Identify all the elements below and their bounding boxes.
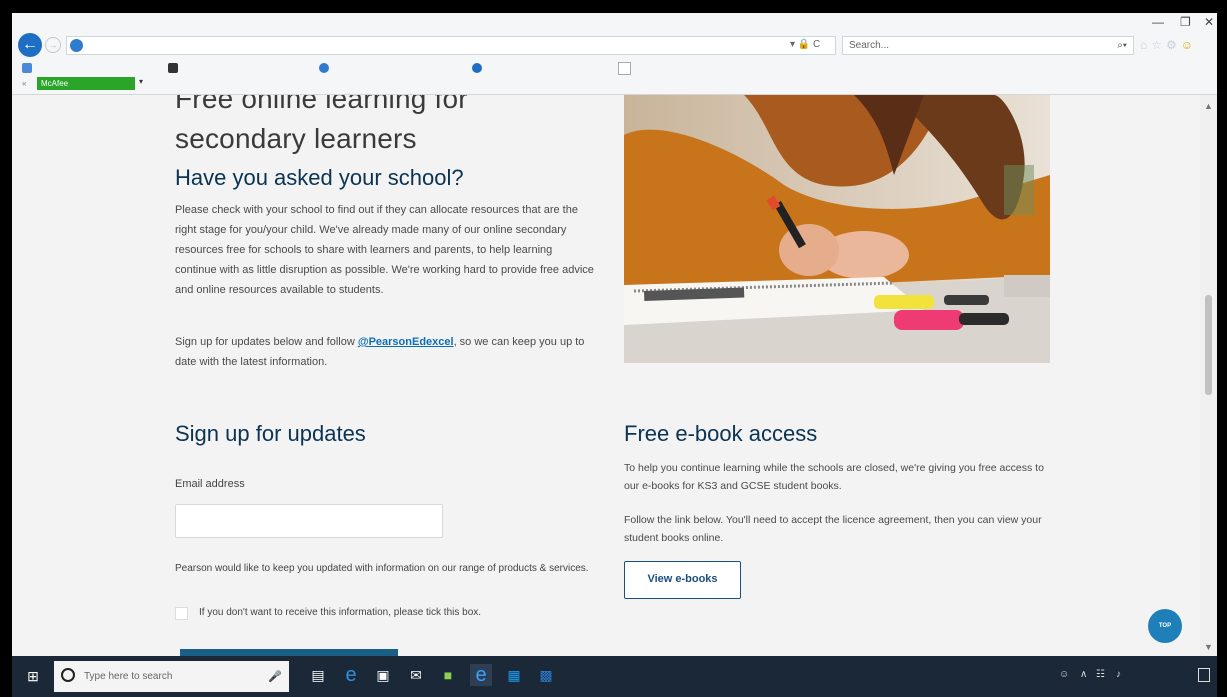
minimize-button[interactable]: — xyxy=(1152,15,1164,29)
opt-out-checkbox[interactable] xyxy=(175,607,188,620)
close-button[interactable]: ✕ xyxy=(1204,15,1214,29)
search-circle-icon xyxy=(61,668,75,682)
favorite-icon xyxy=(22,63,32,73)
network-icon[interactable]: ☷ xyxy=(1096,669,1105,680)
favorite-item-1[interactable] xyxy=(22,61,36,75)
address-row: ← → ▾ 🔒 C Search... ⌕▾ ⌂☆⚙☺ xyxy=(12,33,1217,59)
favorite-icon xyxy=(472,63,482,73)
toolbar-icons[interactable]: ⌂☆⚙☺ xyxy=(1140,38,1197,52)
favorite-item-3[interactable] xyxy=(319,61,333,75)
mail-icon[interactable]: ✉ xyxy=(405,664,427,686)
follow-prefix: Sign up for updates below and follow xyxy=(175,336,358,348)
back-to-top-button[interactable]: TOP xyxy=(1148,609,1182,643)
follow-paragraph: Sign up for updates below and follow @Pe… xyxy=(175,332,595,372)
taskbar-search-input[interactable]: Type here to search 🎤 xyxy=(54,661,289,692)
screen: — ❐ ✕ ← → ▾ 🔒 C Search... ⌕▾ ⌂☆⚙☺ « McAf… xyxy=(12,13,1217,697)
restore-button[interactable]: ❐ xyxy=(1180,15,1191,29)
people-icon[interactable]: ☺ xyxy=(1059,669,1069,680)
ebook-paragraph-2: Follow the link below. You'll need to ac… xyxy=(624,514,1042,544)
hero-title: Free online learning for secondary learn… xyxy=(175,95,468,154)
expand-icon[interactable]: « xyxy=(22,79,26,88)
school-heading: Have you asked your school? xyxy=(175,165,464,190)
page-scrollbar[interactable]: ▲ ▼ xyxy=(1200,95,1217,656)
favorite-icon xyxy=(168,63,178,73)
word-icon[interactable]: ▩ xyxy=(535,664,557,686)
mcafee-dropdown-icon[interactable]: ▾ xyxy=(139,77,143,86)
favorites-star-icon[interactable]: ☆ xyxy=(1151,38,1166,52)
mcafee-extension[interactable]: McAfee xyxy=(37,77,135,90)
window-controls: — ❐ ✕ xyxy=(1122,13,1217,33)
favorite-icon xyxy=(319,63,329,73)
windows-start-icon[interactable]: ⊞ xyxy=(24,667,42,685)
new-tab-icon[interactable] xyxy=(618,62,631,75)
site-globe-icon xyxy=(70,39,83,52)
ebook-paragraph-1: To help you continue learning while the … xyxy=(624,462,1044,492)
forward-button[interactable]: → xyxy=(45,37,61,53)
notifications-icon[interactable] xyxy=(1198,668,1210,682)
tray-expand-icon[interactable]: ∧ xyxy=(1080,669,1087,680)
internet-explorer-icon[interactable]: e xyxy=(470,664,492,686)
student-writing-image xyxy=(624,95,1050,363)
address-bar[interactable] xyxy=(66,36,836,55)
search-icon[interactable]: ⌕▾ xyxy=(1117,40,1127,51)
pearson-edexcel-link[interactable]: @PearsonEdexcel xyxy=(358,336,454,348)
feedback-smiley-icon[interactable]: ☺ xyxy=(1181,38,1197,52)
volume-icon[interactable]: ♪ xyxy=(1116,669,1121,680)
settings-gear-icon[interactable]: ⚙ xyxy=(1166,38,1181,52)
page-content: Free online learning for secondary learn… xyxy=(12,95,1200,656)
back-button[interactable]: ← xyxy=(18,33,42,57)
browser-search-placeholder: Search... xyxy=(849,40,890,51)
edge-icon[interactable]: e xyxy=(340,664,362,686)
favorite-item-4[interactable] xyxy=(472,61,486,75)
app-tile-icon[interactable]: ■ xyxy=(437,664,459,686)
signup-heading: Sign up for updates xyxy=(175,421,366,446)
student-writing-illustration xyxy=(624,95,1050,363)
submit-button[interactable] xyxy=(180,649,398,656)
address-controls[interactable]: ▾ 🔒 C xyxy=(790,39,820,50)
favorite-item-2[interactable] xyxy=(168,61,182,75)
scroll-up-icon[interactable]: ▲ xyxy=(1204,101,1213,111)
favorites-bar xyxy=(12,59,1217,77)
outlook-icon[interactable]: ▦ xyxy=(503,664,525,686)
opt-out-label: If you don't want to receive this inform… xyxy=(199,607,482,618)
view-ebooks-button[interactable]: View e-books xyxy=(624,561,741,599)
school-paragraph: Please check with your school to find ou… xyxy=(175,204,594,296)
store-icon[interactable]: ▣ xyxy=(372,664,394,686)
home-icon[interactable]: ⌂ xyxy=(1140,38,1151,52)
email-label: Email address xyxy=(175,478,245,490)
extensions-bar: « McAfee ▾ xyxy=(12,77,1217,94)
email-field[interactable] xyxy=(175,504,443,538)
browser-search-input[interactable]: Search... ⌕▾ xyxy=(842,36,1134,55)
taskbar-search-placeholder: Type here to search xyxy=(84,671,173,682)
scroll-down-icon[interactable]: ▼ xyxy=(1204,642,1213,652)
windows-taskbar: ⊞ Type here to search 🎤 ▤ e ▣ ✉ ■ e ▦ ▩ … xyxy=(12,656,1217,697)
browser-chrome: — ❐ ✕ ← → ▾ 🔒 C Search... ⌕▾ ⌂☆⚙☺ « McAf… xyxy=(12,13,1217,95)
task-view-icon[interactable]: ▤ xyxy=(307,664,329,686)
microphone-icon[interactable]: 🎤 xyxy=(268,670,282,683)
consent-text: Pearson would like to keep you updated w… xyxy=(175,563,589,574)
ebook-heading: Free e-book access xyxy=(624,421,818,446)
scrollbar-thumb[interactable] xyxy=(1205,295,1212,395)
